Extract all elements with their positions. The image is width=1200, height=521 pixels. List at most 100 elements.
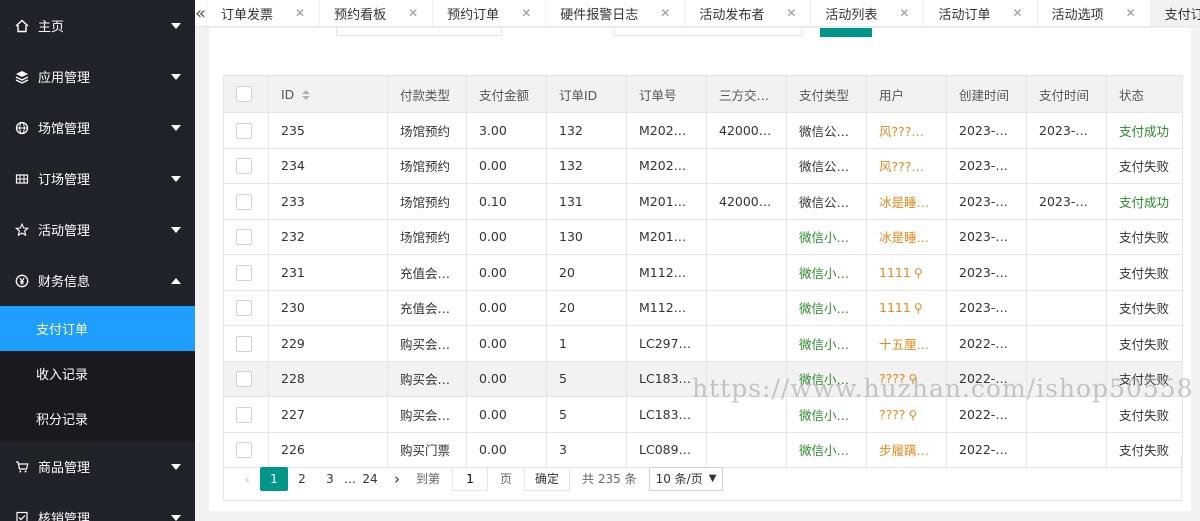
cell-order-no: M1121… xyxy=(626,254,707,291)
row-checkbox[interactable] xyxy=(223,360,269,397)
cell-pay-channel: 微信公… xyxy=(786,112,867,149)
goto-page-input[interactable] xyxy=(452,466,489,491)
cell-user[interactable]: 风???… xyxy=(866,147,947,184)
close-icon[interactable]: ✕ xyxy=(786,6,796,20)
sidebar-subitem-points-records[interactable]: 积分记录 xyxy=(0,396,195,441)
page-24-button[interactable]: 24 xyxy=(356,467,384,491)
globe-icon xyxy=(14,120,30,136)
row-checkbox[interactable] xyxy=(223,325,269,362)
sidebar-subitem-payment-orders[interactable]: 支付订单 xyxy=(0,306,195,351)
cell-order-id: 132 xyxy=(546,147,627,184)
row-checkbox[interactable] xyxy=(223,396,269,433)
select-all-checkbox[interactable] xyxy=(223,75,269,113)
tab-activity-list[interactable]: 活动列表 ✕ xyxy=(811,0,925,26)
cell-order-no: M2013… xyxy=(626,183,707,220)
cell-user[interactable]: 1111 ⚲ xyxy=(866,254,947,291)
next-page-button[interactable]: › xyxy=(384,470,410,488)
cell-user[interactable]: 十五厘… xyxy=(866,325,947,362)
cell-pay-channel: 微信小… xyxy=(786,218,867,255)
search-icon[interactable]: ⚲ xyxy=(914,301,923,315)
close-icon[interactable]: ✕ xyxy=(660,6,670,20)
cell-user[interactable]: 风???… xyxy=(866,112,947,149)
sidebar-item-home[interactable]: 主页 xyxy=(0,0,195,51)
page-2-button[interactable]: 2 xyxy=(288,467,316,491)
row-checkbox[interactable] xyxy=(223,289,269,326)
filter-input[interactable] xyxy=(336,28,502,36)
row-checkbox[interactable] xyxy=(223,254,269,291)
search-icon[interactable]: ⚲ xyxy=(909,408,918,422)
sidebar-item-verification[interactable]: 核销管理 xyxy=(0,492,195,521)
column-header-id[interactable]: ID xyxy=(268,75,388,113)
cell-user[interactable]: ???? ⚲ xyxy=(866,396,947,433)
cell-created-at: 2023-… xyxy=(946,147,1027,184)
tab-activity-publishers[interactable]: 活动发布者 ✕ xyxy=(685,0,812,26)
search-icon[interactable]: ⚲ xyxy=(909,372,918,386)
row-checkbox[interactable] xyxy=(223,183,269,220)
search-button[interactable] xyxy=(820,28,872,37)
cell-payment-type: 购买会… xyxy=(387,325,467,362)
cell-payment-type: 场馆预约 xyxy=(387,147,467,184)
row-checkbox[interactable] xyxy=(223,218,269,255)
tab-activity-options[interactable]: 活动选项 ✕ xyxy=(1038,0,1151,26)
close-icon[interactable]: ✕ xyxy=(521,6,531,20)
sidebar-subitem-income-records[interactable]: 收入记录 xyxy=(0,351,195,396)
search-icon[interactable]: ⚲ xyxy=(914,266,923,280)
close-icon[interactable]: ✕ xyxy=(899,6,909,20)
page-1-button[interactable]: 1 xyxy=(260,466,288,491)
row-checkbox[interactable] xyxy=(223,147,269,184)
cell-user[interactable]: ???? ⚲ xyxy=(866,360,947,397)
tab-hardware-alarm-log[interactable]: 硬件报警日志 ✕ xyxy=(546,0,686,26)
tab-order-invoice[interactable]: 订单发票 ✕ xyxy=(207,0,321,26)
yen-icon xyxy=(14,273,30,289)
table-row[interactable]: 233 场馆预约 0.10 131 M2013… 42000… 微信公… 冰是睡… 2023-…… xyxy=(223,183,1183,220)
cell-created-at: 2023-… xyxy=(946,112,1027,149)
filter-input[interactable] xyxy=(614,28,802,36)
page-3-button[interactable]: 3 xyxy=(316,467,344,491)
sidebar-item-finance[interactable]: 财务信息 xyxy=(0,255,195,306)
column-header-paid-at: 支付时间 xyxy=(1026,75,1107,113)
tab-booking-board[interactable]: 预约看板 ✕ xyxy=(320,0,434,26)
cell-user[interactable]: 1111 ⚲ xyxy=(866,289,947,326)
close-icon[interactable]: ✕ xyxy=(1126,6,1136,20)
cell-id: 232 xyxy=(268,218,388,255)
tab-booking-orders[interactable]: 预约订单 ✕ xyxy=(433,0,547,26)
tab-activity-orders[interactable]: 活动订单 ✕ xyxy=(924,0,1038,26)
row-checkbox[interactable] xyxy=(223,112,269,149)
cell-pay-channel: 微信小… xyxy=(786,396,867,433)
cell-status: 支付失败 xyxy=(1106,254,1183,291)
column-header-order-no: 订单号 xyxy=(626,75,707,113)
cell-user[interactable]: 冰是睡… xyxy=(866,218,947,255)
total-count: 共 235 条 xyxy=(582,472,637,486)
tab-payment-orders[interactable]: 支付订单✕ xyxy=(1150,0,1200,26)
table-row[interactable]: 228 购买会… 0.00 5 LC183… 微信小…???? ⚲ 2022-… 支付失败 xyxy=(223,360,1183,397)
sidebar-item-activities[interactable]: 活动管理 xyxy=(0,204,195,255)
table-row[interactable]: 229 购买会… 0.00 1 LC297… 微信小… 十五厘… 2022-… 支付失败 xyxy=(223,325,1183,362)
table-row[interactable]: 234 场馆预约 0.00 132 M2024… 微信公… 风???… 2023-… 支付失败 xyxy=(223,147,1183,184)
sidebar-item-bookings[interactable]: 订场管理 xyxy=(0,153,195,204)
close-icon[interactable]: ✕ xyxy=(408,6,418,20)
prev-page-button[interactable]: ‹ xyxy=(234,470,260,488)
cell-order-no: M2024… xyxy=(626,112,707,149)
sidebar-item-products[interactable]: 商品管理 xyxy=(0,441,195,492)
cell-order-id: 5 xyxy=(546,360,627,397)
sidebar-item-apps[interactable]: 应用管理 xyxy=(0,51,195,102)
sidebar-item-venues[interactable]: 场馆管理 xyxy=(0,102,195,153)
cell-paid-at xyxy=(1026,396,1107,433)
page-size-select[interactable]: 10 条/页 ▼ xyxy=(648,466,724,491)
table-row[interactable]: 232 场馆预约 0.00 130 M2013… 微信小… 冰是睡… 2023-… 支付失败 xyxy=(223,218,1183,255)
close-icon[interactable]: ✕ xyxy=(1013,6,1023,20)
close-icon[interactable]: ✕ xyxy=(295,6,305,20)
table-row[interactable]: 230 充值会… 0.00 20 M1121… 微信小… 1111 ⚲ 2023-… 支付失败 xyxy=(223,289,1183,326)
cell-paid-at xyxy=(1026,289,1107,326)
goto-confirm-button[interactable]: 确定 xyxy=(524,466,571,491)
cell-user[interactable]: 冰是睡… xyxy=(866,183,947,220)
table-row[interactable]: 235 场馆预约 3.00 132 M2024… 42000… 微信公… 风???… 2023-… xyxy=(223,112,1183,149)
table-row[interactable]: 231 充值会… 0.00 20 M1121… 微信小… 1111 ⚲ 2023-… 支付失败 xyxy=(223,254,1183,291)
cell-third-party-txn xyxy=(706,396,787,433)
cell-pay-channel: 微信公… xyxy=(786,183,867,220)
layers-icon xyxy=(14,69,30,85)
table-row[interactable]: 227 购买会… 0.00 5 LC183… 微信小…???? ⚲ 2022-… 支付失败 xyxy=(223,396,1183,433)
cell-created-at: 2023-… xyxy=(946,183,1027,220)
sort-icon[interactable] xyxy=(302,90,311,100)
tabs-scroll-left-button[interactable]: « xyxy=(195,0,208,26)
